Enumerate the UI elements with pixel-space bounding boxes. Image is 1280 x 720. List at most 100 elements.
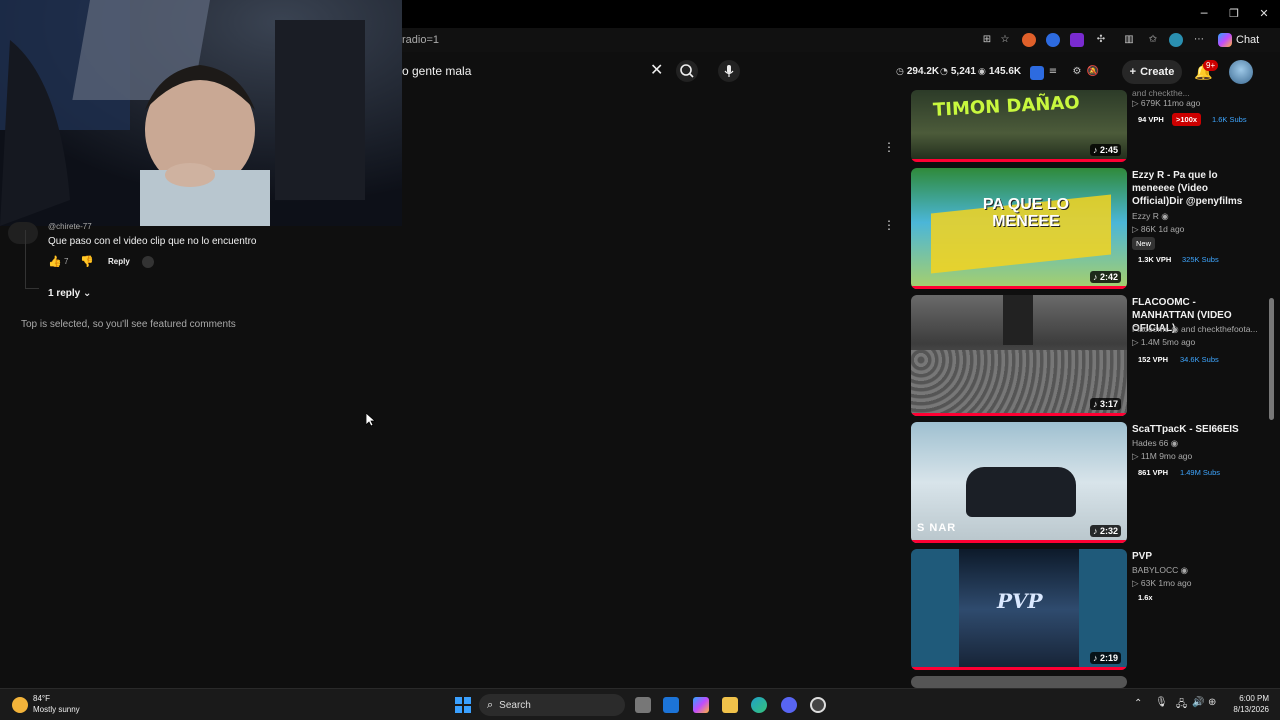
extension-icon[interactable] [1070, 33, 1084, 47]
weather-desc[interactable]: Mostly sunny [33, 705, 80, 714]
duration-label: ♪ 2:19 [1089, 652, 1121, 664]
video-title[interactable]: Ezzy R - Pa que lo meneeee (Video Offici… [1132, 169, 1257, 208]
more-menu-icon[interactable]: ⋯ [1192, 33, 1206, 47]
windows-start-icon[interactable] [455, 697, 471, 713]
video-views-age: ▷ 86K 1d ago [1132, 224, 1185, 234]
split-screen-icon[interactable]: ▥ [1122, 33, 1136, 47]
extension-icon[interactable] [1030, 66, 1044, 80]
verified-icon: ◉ [1180, 565, 1189, 575]
settings-icon[interactable]: ⚙ [1070, 65, 1084, 79]
task-view-icon[interactable] [635, 697, 651, 713]
subs-pill: 34.6K Subs [1180, 355, 1219, 364]
duration-label: ♪ 3:17 [1089, 398, 1121, 410]
search-icon [680, 64, 694, 78]
video-thumbnail[interactable]: PVP ♪ 2:19 [911, 549, 1127, 670]
extension-icon[interactable] [1046, 33, 1060, 47]
weather-temp[interactable]: 84°F [33, 694, 50, 703]
new-badge: New [1132, 237, 1156, 250]
vph-pill: 152 VPH [1138, 355, 1169, 364]
microphone-icon [724, 65, 734, 77]
search-input[interactable]: o gente mala [402, 64, 471, 78]
scrollbar-thumb[interactable] [1269, 298, 1274, 420]
verified-icon: ◉ [1161, 211, 1169, 221]
favorite-star-icon[interactable]: ☆ [998, 33, 1012, 47]
video-thumbnail[interactable] [911, 676, 1127, 688]
subs-pill: 325K Subs [1182, 255, 1219, 264]
chevron-up-icon[interactable]: ⌃ [1134, 698, 1142, 709]
vph-pill: 94 VPH [1138, 115, 1164, 124]
discord-icon[interactable] [781, 697, 797, 713]
battery-icon[interactable]: ⊕ [1208, 697, 1216, 708]
more-options-icon[interactable]: ⋮ [883, 140, 895, 154]
comment-avatar[interactable] [8, 222, 38, 244]
featured-note: Top is selected, so you'll see featured … [21, 319, 236, 330]
comment-text: Que paso con el video clip que no lo enc… [48, 236, 257, 247]
extensions-puzzle-icon[interactable]: ✣ [1094, 33, 1108, 47]
mute-icon[interactable]: 🔕 [1086, 65, 1100, 79]
edge-browser-icon[interactable] [751, 697, 767, 713]
likes-stat: ◔ 5,241 [940, 66, 976, 77]
video-views-age: ▷ 1.4M 5mo ago [1132, 337, 1196, 347]
profile-icon[interactable] [1169, 33, 1183, 47]
comment-author[interactable]: @chirete-77 [48, 222, 92, 231]
webcam-overlay [0, 0, 402, 226]
clock-time[interactable]: 6:00 PM [1237, 694, 1269, 703]
microphone-icon[interactable]: 🎙 [1155, 697, 1168, 708]
video-channel[interactable]: and checkthe... [1132, 88, 1190, 98]
video-channel[interactable]: BABYLOCC ◉ [1132, 565, 1188, 576]
clock-date[interactable]: 8/13/2026 [1229, 705, 1269, 714]
video-thumbnail[interactable]: S NAR ♪ 2:32 [911, 422, 1127, 543]
search-button[interactable] [676, 60, 698, 82]
video-thumbnail[interactable]: ♪ 3:17 [911, 295, 1127, 416]
chevron-down-icon: ⌄ [83, 288, 92, 299]
outlook-icon[interactable] [663, 697, 679, 713]
video-channel[interactable]: Ezzy R ◉ [1132, 211, 1169, 222]
outlier-pill: >100x [1172, 113, 1202, 126]
voice-search-button[interactable] [718, 60, 740, 82]
close-window-icon[interactable]: ✕ [1256, 6, 1272, 22]
minimize-icon[interactable]: ─ [1196, 6, 1212, 22]
extension-icon[interactable] [1022, 33, 1036, 47]
app-icon[interactable] [810, 697, 826, 713]
create-button[interactable]: + Create [1122, 60, 1182, 84]
webcam-feed-image [0, 0, 402, 226]
file-explorer-icon[interactable] [722, 697, 738, 713]
app-available-icon[interactable]: ⊞ [980, 33, 994, 47]
avatar[interactable] [1229, 60, 1253, 84]
video-title[interactable]: PVP [1132, 550, 1257, 563]
clear-search-icon[interactable]: ✕ [650, 60, 663, 79]
copilot-icon [1218, 33, 1232, 47]
outlier-pill: 1.6x [1138, 593, 1153, 602]
dislike-icon[interactable]: 👎 [80, 255, 94, 268]
video-views-age: ▷ 679K 11mo ago [1132, 98, 1201, 108]
clock-icon: ◷ [896, 66, 904, 77]
verified-icon: ◉ [1170, 438, 1179, 448]
video-thumbnail[interactable]: PA QUE LO MENEEE ♪ 2:42 [911, 168, 1127, 289]
taskbar-search[interactable]: ⌕ Search [479, 694, 625, 716]
weather-sun-icon[interactable] [12, 697, 28, 713]
watch-progress-bar [911, 667, 1127, 670]
thread-line [25, 230, 26, 288]
copilot-app-icon[interactable] [693, 697, 709, 713]
maximize-icon[interactable]: ❐ [1226, 6, 1242, 22]
video-title[interactable]: ScaTTpacK - SEI66EIS [1132, 423, 1257, 436]
video-channel[interactable]: Flacoomc ◉ and checkthefoota... [1132, 324, 1258, 335]
network-icon[interactable]: 🖧 [1176, 697, 1187, 714]
object-art [1003, 295, 1033, 345]
vph-pill: 1.3K VPH [1138, 255, 1172, 264]
list-icon[interactable]: ≡ [1046, 65, 1060, 79]
replies-toggle[interactable]: 1 reply ⌄ [48, 288, 91, 299]
favorites-icon[interactable]: ✩ [1146, 33, 1160, 47]
mouse-cursor-icon [366, 413, 376, 427]
subs-pill: 1.6K Subs [1212, 115, 1247, 124]
url-text[interactable]: radio=1 [402, 34, 439, 46]
reply-button[interactable]: Reply [108, 257, 130, 266]
subs-pill: 1.49M Subs [1180, 468, 1221, 477]
like-icon[interactable]: 👍 [48, 255, 62, 268]
video-channel[interactable]: Hades 66 ◉ [1132, 438, 1178, 449]
more-options-icon[interactable]: ⋮ [883, 218, 895, 232]
video-thumbnail[interactable]: TIMON DAÑAO ♪ 2:45 [911, 90, 1127, 162]
copilot-chat-button[interactable]: Chat [1218, 32, 1259, 48]
thumbnail-title-art: PVP [997, 589, 1043, 613]
volume-icon[interactable]: 🔊 [1192, 697, 1204, 708]
